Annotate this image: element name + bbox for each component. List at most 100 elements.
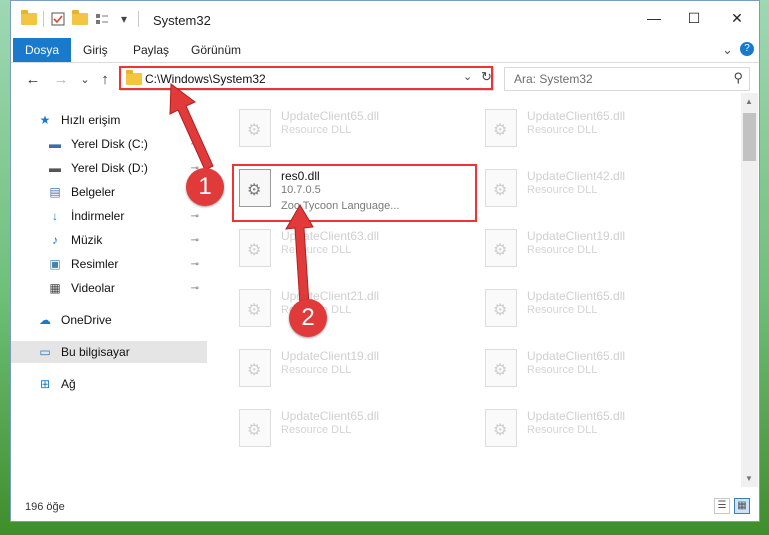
expand-ribbon-icon[interactable]: ⌄ xyxy=(722,42,733,58)
sidebar-item-label: Müzik xyxy=(71,233,103,247)
pin-icon: ⊸ xyxy=(190,234,199,246)
file-name: UpdateClient65.dll xyxy=(281,109,380,123)
file-tile[interactable]: UpdateClient21.dllResource DLL xyxy=(235,283,475,331)
cloud-icon: ☁ xyxy=(39,313,51,327)
details-view-button[interactable]: ☰ xyxy=(714,498,730,514)
file-list: res0.dll 10.7.0.5 Zoo Tycoon Language...… xyxy=(211,93,739,487)
search-input[interactable]: Ara: System32 ⚲ xyxy=(504,67,750,91)
file-tile[interactable]: UpdateClient65.dllResource DLL xyxy=(481,283,721,331)
file-name: UpdateClient19.dll xyxy=(527,229,626,243)
vertical-scrollbar[interactable]: ▲ ▼ xyxy=(741,93,758,487)
file-tile[interactable]: UpdateClient65.dllResource DLL xyxy=(235,103,475,151)
sidebar-item[interactable]: ★ Hızlı erişim xyxy=(11,109,207,131)
sidebar-item[interactable]: ▣ Resimler ⊸ xyxy=(11,253,207,275)
tab-giris[interactable]: Giriş xyxy=(71,38,120,62)
search-icon[interactable]: ⚲ xyxy=(733,70,743,86)
file-name: UpdateClient65.dll xyxy=(527,289,626,303)
dll-file-icon xyxy=(239,229,271,267)
step-2-badge: 2 xyxy=(289,299,327,337)
star-icon: ★ xyxy=(39,113,51,127)
toolbar-divider xyxy=(138,11,139,27)
step-1-badge: 1 xyxy=(186,168,224,206)
scroll-up-icon[interactable]: ▲ xyxy=(745,97,753,106)
file-tile[interactable]: UpdateClient65.dllResource DLL xyxy=(481,103,721,151)
scroll-thumb[interactable] xyxy=(743,113,756,161)
file-tile[interactable]: UpdateClient63.dllResource DLL xyxy=(235,223,475,271)
pin-icon: ⊸ xyxy=(190,210,199,222)
dll-file-icon xyxy=(239,349,271,387)
drive-icon: ▬ xyxy=(49,137,61,151)
folder-icon xyxy=(21,10,37,25)
back-button[interactable]: ← xyxy=(23,69,43,89)
file-type: Resource DLL xyxy=(281,124,352,136)
close-button[interactable]: ✕ xyxy=(714,1,760,35)
dll-file-icon xyxy=(485,229,517,267)
sidebar-item[interactable]: ⊞ Ağ xyxy=(11,373,207,395)
file-type: Resource DLL xyxy=(281,244,352,256)
scroll-down-icon[interactable]: ▼ xyxy=(745,474,753,483)
properties-icon[interactable] xyxy=(50,11,66,27)
file-tile[interactable]: UpdateClient65.dllResource DLL xyxy=(481,403,721,451)
network-icon: ⊞ xyxy=(39,377,51,391)
music-icon: ♪ xyxy=(52,233,58,247)
file-name: UpdateClient65.dll xyxy=(527,109,626,123)
item-count: 196 öğe xyxy=(25,501,65,513)
dll-file-icon xyxy=(485,109,517,147)
file-type: Resource DLL xyxy=(527,124,598,136)
file-type: Resource DLL xyxy=(527,184,598,196)
tab-dosya[interactable]: Dosya xyxy=(13,38,72,62)
file-name: UpdateClient65.dll xyxy=(527,409,626,423)
file-name: UpdateClient19.dll xyxy=(281,349,380,363)
sidebar-item-label: Belgeler xyxy=(71,185,116,199)
maximize-button[interactable]: ☐ xyxy=(671,1,717,35)
computer-icon: ▭ xyxy=(39,345,51,359)
new-folder-icon[interactable] xyxy=(72,10,88,25)
qat-dropdown-icon[interactable]: ▾ xyxy=(116,11,132,27)
up-button[interactable]: ↑ xyxy=(95,69,115,89)
file-type: Resource DLL xyxy=(527,424,598,436)
download-icon: ↓ xyxy=(52,209,58,223)
sidebar-item[interactable]: ♪ Müzik ⊸ xyxy=(11,229,207,251)
file-tile[interactable]: UpdateClient65.dllResource DLL xyxy=(235,403,475,451)
sidebar-item[interactable]: ▦ Videolar ⊸ xyxy=(11,277,207,299)
pictures-icon: ▣ xyxy=(49,257,61,271)
dll-file-icon xyxy=(485,289,517,327)
search-placeholder: Ara: System32 xyxy=(514,72,593,86)
tiles-view-button[interactable]: ▦ xyxy=(734,498,750,514)
sidebar-item[interactable]: ☁ OneDrive xyxy=(11,309,207,331)
window-title: System32 xyxy=(153,13,211,28)
forward-button[interactable]: → xyxy=(51,69,71,89)
file-tile[interactable]: UpdateClient19.dllResource DLL xyxy=(235,343,475,391)
rename-icon[interactable] xyxy=(94,11,110,27)
file-name: UpdateClient65.dll xyxy=(527,349,626,363)
sidebar-item-label: Bu bilgisayar xyxy=(61,345,130,359)
quick-access-toolbar: ▾ xyxy=(21,10,139,27)
title-bar: ▾ System32 — ☐ ✕ xyxy=(11,1,759,35)
help-icon[interactable]: ? xyxy=(740,42,754,56)
dll-file-icon xyxy=(485,409,517,447)
pin-icon: ⊸ xyxy=(190,282,199,294)
sidebar-item-label: İndirmeler xyxy=(71,209,125,223)
sidebar-item-label: Hızlı erişim xyxy=(61,113,121,127)
sidebar-item[interactable]: ▬ Yerel Disk (C:) ⊸ xyxy=(11,133,207,155)
sidebar-item[interactable]: ▤Belgeler⊸ xyxy=(11,181,207,203)
file-name: UpdateClient21.dll xyxy=(281,289,380,303)
file-type: Resource DLL xyxy=(281,364,352,376)
file-type: Resource DLL xyxy=(527,244,598,256)
file-name: UpdateClient42.dll xyxy=(527,169,626,183)
dll-file-icon xyxy=(239,289,271,327)
tab-gorunum[interactable]: Görünüm xyxy=(179,38,253,62)
tab-paylas[interactable]: Paylaş xyxy=(121,38,181,62)
dll-file-icon xyxy=(239,109,271,147)
sidebar-item-label: OneDrive xyxy=(61,313,112,327)
sidebar-item[interactable]: ↓ İndirmeler ⊸ xyxy=(11,205,207,227)
sidebar-item[interactable]: ▬ Yerel Disk (D:) ⊸ xyxy=(11,157,207,179)
file-tile[interactable]: UpdateClient19.dllResource DLL xyxy=(481,223,721,271)
drive-icon: ▬ xyxy=(49,161,61,175)
file-tile[interactable]: UpdateClient42.dllResource DLL xyxy=(481,163,721,211)
sidebar-item-label: Ağ xyxy=(61,377,76,391)
dll-file-icon xyxy=(485,169,517,207)
sidebar-item[interactable]: ▭ Bu bilgisayar xyxy=(11,341,207,363)
recent-locations-button[interactable]: ⌄ xyxy=(75,69,95,89)
file-tile[interactable]: UpdateClient65.dllResource DLL xyxy=(481,343,721,391)
